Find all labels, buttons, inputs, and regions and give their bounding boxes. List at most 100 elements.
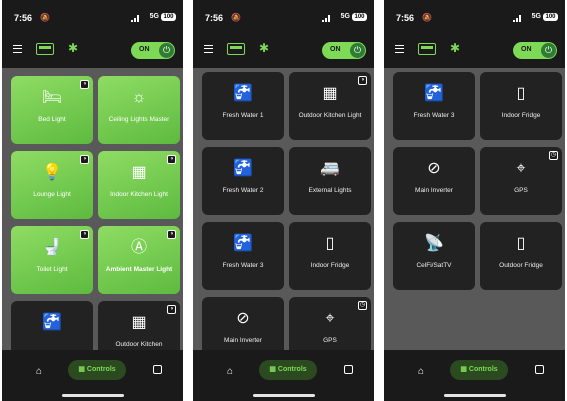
top-bar: ✱ ON ⏻ <box>2 36 183 64</box>
control-card[interactable]: 🛏 Bed Light ◑ <box>11 76 93 144</box>
control-card[interactable]: Ⓐ Ambient Master Light ◑ <box>98 226 180 294</box>
status-time: 7:56 <box>396 13 415 23</box>
control-card[interactable]: 🚰 Fresh Water 3 <box>393 72 475 140</box>
control-card[interactable]: 📡 CelFi/SatTV <box>393 222 475 290</box>
settings-badge-icon[interactable]: ◷ <box>358 301 367 310</box>
settings-badge-icon[interactable]: ◷ <box>549 151 558 160</box>
control-card[interactable]: 🚽 Toilet Light ◑ <box>11 226 93 294</box>
phone-screen: 7:56 🔕 5G 100 ✱ ON ⏻ 🚰 Fresh Water 3 ▯ I… <box>384 0 565 401</box>
control-label: Ceiling Lights Master <box>108 116 170 123</box>
control-label: Fresh Water 3 <box>222 262 264 269</box>
toilet-icon: 🚽 <box>42 239 62 256</box>
power-toggle[interactable]: ON ⏻ <box>513 42 557 59</box>
control-label: Main Inverter <box>415 187 453 194</box>
home-indicator <box>444 394 506 397</box>
status-bar: 7:56 🔕 5G 100 <box>193 0 374 32</box>
battery-icon: 100 <box>161 13 176 21</box>
control-card[interactable]: ⊘ Main Inverter <box>393 147 475 215</box>
kitchen-icon: ▦ <box>131 314 147 331</box>
van-icon[interactable] <box>36 43 54 55</box>
faucet-icon: 🚰 <box>233 160 253 177</box>
settings-badge-icon[interactable]: ◑ <box>80 230 89 239</box>
home-icon[interactable]: ⌂ <box>36 366 42 377</box>
status-time: 7:56 <box>205 13 224 23</box>
control-card[interactable]: ⊘ Main Inverter <box>202 297 284 350</box>
controls-grid: 🚰 Fresh Water 3 ▯ Indoor Fridge ⊘ Main I… <box>384 68 565 350</box>
control-label: Bed Light <box>38 116 66 123</box>
control-label: Outdoor Kitchen Light <box>298 112 362 119</box>
bottom-nav: ⌂ ▦ Controls <box>2 350 183 401</box>
control-label: Main Inverter <box>224 337 262 344</box>
controls-label: Controls <box>86 366 116 373</box>
van-icon[interactable] <box>418 43 436 55</box>
settings-badge-icon[interactable]: ◑ <box>358 76 367 85</box>
control-card[interactable]: ▦ Indoor Kitchen Light ◑ <box>98 151 180 219</box>
control-label: GPS <box>514 187 528 194</box>
nav-controls-tab[interactable]: ▦ Controls <box>450 360 508 380</box>
menu-icon[interactable] <box>204 45 213 53</box>
control-card[interactable]: ▯ Indoor Fridge <box>480 72 562 140</box>
status-bar: 7:56 🔕 5G 100 <box>2 0 183 32</box>
stats-icon[interactable] <box>344 365 353 374</box>
toggle-label: ON <box>521 46 532 53</box>
control-card[interactable]: 🚰 Fresh Water 2 <box>202 147 284 215</box>
control-card[interactable]: ▯ Indoor Fridge <box>289 222 371 290</box>
control-card[interactable]: 💡 Lounge Light ◑ <box>11 151 93 219</box>
control-card[interactable]: ☼ Ceiling Lights Master <box>98 76 180 144</box>
bluetooth-icon[interactable]: ✱ <box>450 41 460 55</box>
network-type: 5G <box>149 13 159 20</box>
settings-badge-icon[interactable]: ◑ <box>80 155 89 164</box>
kitchen-icon: ▦ <box>322 85 338 102</box>
settings-badge-icon[interactable]: ◑ <box>167 155 176 164</box>
control-card[interactable]: 🚐 External Lights <box>289 147 371 215</box>
inverter-icon: ⊘ <box>427 160 441 177</box>
control-card[interactable]: ⌖ GPS ◷ <box>480 147 562 215</box>
control-label: Indoor Kitchen Light <box>110 191 168 198</box>
do-not-disturb-icon: 🔕 <box>231 13 241 22</box>
home-icon[interactable]: ⌂ <box>418 366 424 377</box>
bluetooth-icon[interactable]: ✱ <box>259 41 269 55</box>
control-card[interactable]: 🚰 Fresh Water 3 <box>202 222 284 290</box>
phone-screen: 7:56 🔕 5G 100 ✱ ON ⏻ 🚰 Fresh Water 1 ▦ O… <box>193 0 374 401</box>
fridge-icon: ▯ <box>325 235 335 252</box>
settings-badge-icon[interactable]: ◑ <box>80 80 89 89</box>
control-card[interactable]: ▦ Outdoor Kitchen ◑ <box>98 301 180 350</box>
power-toggle[interactable]: ON ⏻ <box>322 42 366 59</box>
menu-icon[interactable] <box>13 45 22 53</box>
nav-controls-tab[interactable]: ▦ Controls <box>259 360 317 380</box>
nav-controls-tab[interactable]: ▦ Controls <box>68 360 126 380</box>
stats-icon[interactable] <box>535 365 544 374</box>
control-card[interactable]: ⌖ GPS ◷ <box>289 297 371 350</box>
satellite-dish-icon: 📡 <box>424 235 444 252</box>
control-card[interactable]: 🚰 Fresh Water 1 <box>202 72 284 140</box>
do-not-disturb-icon: 🔕 <box>422 13 432 22</box>
top-bar: ✱ ON ⏻ <box>193 36 374 64</box>
control-label: GPS <box>323 337 337 344</box>
menu-icon[interactable] <box>395 45 404 53</box>
stats-icon[interactable] <box>153 365 162 374</box>
control-card[interactable]: ▦ Outdoor Kitchen Light ◑ <box>289 72 371 140</box>
home-icon[interactable]: ⌂ <box>227 366 233 377</box>
van-icon[interactable] <box>227 43 245 55</box>
settings-badge-icon[interactable]: ◑ <box>167 230 176 239</box>
control-label: Outdoor Fridge <box>499 262 543 269</box>
power-icon: ⏻ <box>541 43 556 58</box>
control-card[interactable]: ▯ Outdoor Fridge <box>480 222 562 290</box>
signal-icon <box>131 15 141 22</box>
faucet-icon: 🚰 <box>233 235 253 252</box>
bluetooth-icon[interactable]: ✱ <box>68 41 78 55</box>
gps-icon: ⌖ <box>516 160 526 177</box>
top-bar: ✱ ON ⏻ <box>384 36 565 64</box>
settings-badge-icon[interactable]: ◑ <box>167 305 176 314</box>
faucet-icon: 🚰 <box>42 314 62 331</box>
gps-icon: ⌖ <box>325 310 335 327</box>
control-label: CelFi/SatTV <box>416 262 452 269</box>
control-card[interactable]: 🚰 <box>11 301 93 350</box>
bottom-nav: ⌂ ▦ Controls <box>193 350 374 401</box>
power-toggle[interactable]: ON ⏻ <box>131 42 175 59</box>
status-time: 7:56 <box>14 13 33 23</box>
bottom-nav: ⌂ ▦ Controls <box>384 350 565 401</box>
status-bar: 7:56 🔕 5G 100 <box>384 0 565 32</box>
controls-label: Controls <box>277 366 307 373</box>
control-label: Lounge Light <box>33 191 71 198</box>
